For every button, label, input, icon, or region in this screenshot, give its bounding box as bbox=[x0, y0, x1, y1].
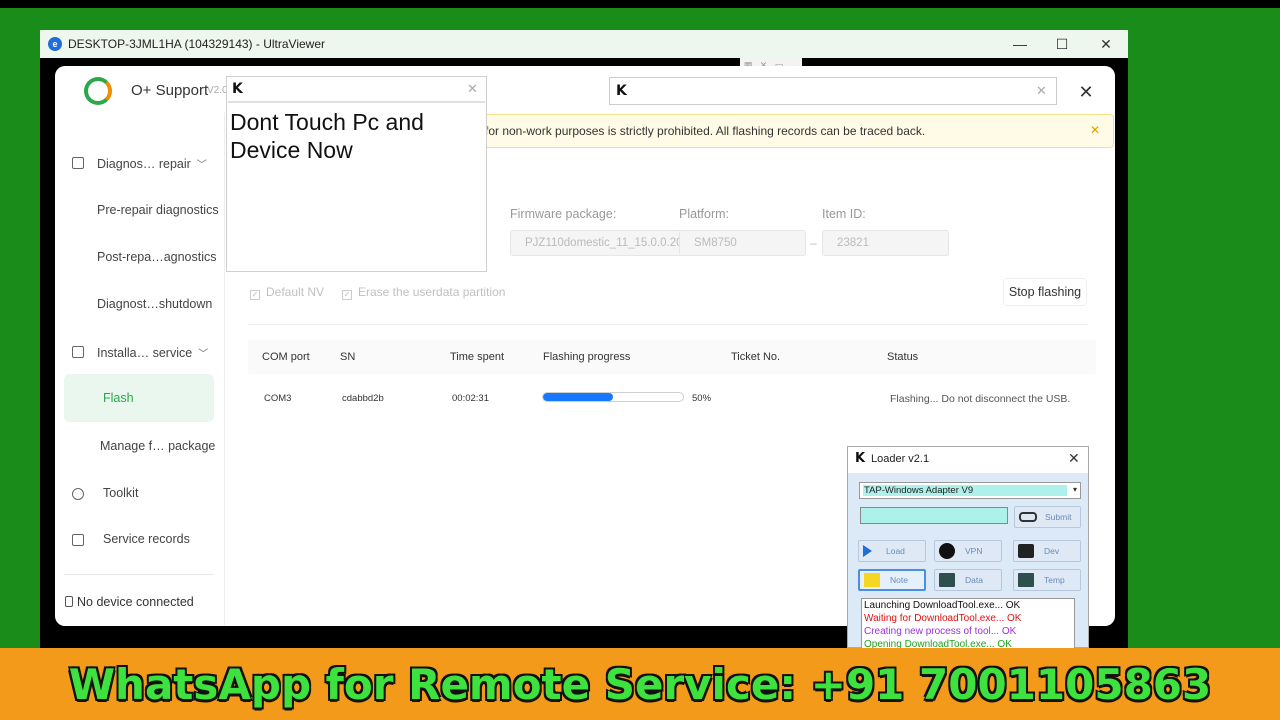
erase-userdata-checkbox[interactable]: ✓ Erase the userdata partition bbox=[342, 285, 505, 300]
k-logo-icon: K bbox=[855, 451, 866, 466]
install-icon bbox=[72, 346, 84, 358]
play-icon bbox=[863, 545, 872, 557]
progress-percent: 50% bbox=[692, 393, 712, 404]
close-window-button[interactable]: ✕ bbox=[1084, 30, 1128, 58]
item-id-label: Item ID: bbox=[822, 207, 866, 221]
sidebar-item-diagnosis-repair[interactable]: Diagnos… repair ﹀ bbox=[97, 156, 207, 171]
promo-banner: WhatsApp for Remote Service: +91 7001105… bbox=[0, 648, 1280, 720]
note-button[interactable]: Note bbox=[858, 569, 926, 591]
popup-close-button[interactable]: ✕ bbox=[467, 81, 478, 97]
vpn-button[interactable]: VPN bbox=[934, 540, 1002, 562]
log-line: Waiting for DownloadTool.exe... OK bbox=[864, 613, 1022, 624]
device-status: No device connected bbox=[65, 595, 194, 609]
flashing-progress-bar bbox=[542, 392, 684, 402]
log-line: Creating new process of tool... OK bbox=[864, 626, 1017, 637]
popup-message: Dont Touch Pc and Device Now bbox=[230, 109, 424, 163]
app-logo-icon bbox=[84, 77, 112, 105]
cell-status: Flashing... Do not disconnect the USB. bbox=[890, 393, 1071, 405]
dev-button[interactable]: Dev bbox=[1013, 540, 1081, 562]
load-button[interactable]: Load bbox=[858, 540, 926, 562]
k-logo-icon: K bbox=[232, 81, 243, 97]
platform-field: SM8750 bbox=[679, 230, 806, 256]
progress-fill bbox=[543, 393, 613, 401]
phone-icon bbox=[65, 596, 73, 607]
sidebar-item-flash[interactable] bbox=[64, 374, 214, 422]
diagnostics-icon bbox=[72, 157, 84, 169]
platform-label: Platform: bbox=[679, 207, 730, 221]
app-title: O+ Support bbox=[131, 82, 209, 99]
chevron-down-icon: ﹀ bbox=[196, 160, 207, 171]
sidebar-item-diagnostic-shutdown[interactable]: Diagnost…shutdown bbox=[97, 297, 212, 311]
trash-icon bbox=[1018, 573, 1034, 587]
submit-button[interactable]: Submit bbox=[1014, 506, 1081, 528]
vpn-icon bbox=[939, 543, 955, 559]
column-header-sn: SN bbox=[340, 351, 356, 363]
warning-close-button[interactable]: ✕ bbox=[1090, 123, 1100, 137]
checkbox-icon: ✓ bbox=[342, 290, 352, 300]
section-divider bbox=[248, 324, 1088, 325]
sidebar-item-service-records[interactable]: Service records bbox=[103, 532, 190, 546]
log-line: Launching DownloadTool.exe... OK bbox=[864, 600, 1021, 611]
firmware-package-field: PJZ110domestic_11_15.0.0.204CN01 bbox=[510, 230, 682, 256]
warning-text: for non-work purposes is strictly prohib… bbox=[485, 124, 926, 138]
field-separator: – bbox=[810, 236, 817, 250]
k-logo-icon: K bbox=[616, 83, 627, 99]
temp-button[interactable]: Temp bbox=[1013, 569, 1081, 591]
top-letterbox bbox=[0, 0, 1280, 8]
trash-icon bbox=[939, 573, 955, 587]
app-version: V2.0 bbox=[207, 85, 228, 96]
sidebar-item-flash-label: Flash bbox=[103, 391, 134, 405]
ultraviewer-logo-icon: e bbox=[48, 37, 62, 51]
dev-icon bbox=[1018, 544, 1034, 558]
minimize-button[interactable]: — bbox=[998, 30, 1042, 58]
sidebar-divider bbox=[64, 574, 214, 575]
sidebar-item-post-repair[interactable]: Post-repa…agnostics bbox=[97, 250, 217, 264]
column-header-com-port: COM port bbox=[262, 351, 310, 363]
maximize-button[interactable]: ☐ bbox=[1040, 30, 1084, 58]
column-header-progress: Flashing progress bbox=[543, 351, 631, 363]
cell-com-port: COM3 bbox=[264, 393, 292, 404]
cell-time-spent: 00:02:31 bbox=[452, 393, 489, 404]
data-button[interactable]: Data bbox=[934, 569, 1002, 591]
stop-flashing-button[interactable]: Stop flashing bbox=[1003, 278, 1087, 306]
chevron-down-icon: ﹀ bbox=[198, 349, 209, 360]
loader-close-button[interactable]: ✕ bbox=[1068, 450, 1080, 467]
loader-log: Launching DownloadTool.exe... OK Waiting… bbox=[861, 598, 1075, 650]
note-icon bbox=[864, 573, 880, 587]
column-header-status: Status bbox=[887, 351, 919, 363]
adapter-select-value: TAP-Windows Adapter V9 bbox=[863, 485, 1067, 496]
item-id-field: 23821 bbox=[822, 230, 949, 256]
app-close-button[interactable]: ✕ bbox=[1076, 82, 1096, 104]
toolkit-icon bbox=[72, 488, 84, 500]
checkbox-icon: ✓ bbox=[250, 290, 260, 300]
firmware-label: Firmware package: bbox=[510, 207, 617, 221]
bar-popup-close-button[interactable]: ✕ bbox=[1036, 83, 1047, 99]
cell-sn: cdabbd2b bbox=[342, 393, 384, 404]
banner-text: WhatsApp for Remote Service: +91 7001105… bbox=[68, 659, 1212, 709]
popup-title-divider bbox=[228, 101, 485, 103]
adapter-select[interactable]: TAP-Windows Adapter V9 ▾ bbox=[859, 482, 1081, 499]
default-nv-checkbox[interactable]: ✓ Default NV bbox=[250, 285, 324, 300]
loader-input[interactable] bbox=[860, 507, 1008, 524]
sidebar-item-toolkit[interactable]: Toolkit bbox=[103, 486, 138, 500]
sidebar-item-installation-service[interactable]: Installa… service ﹀ bbox=[97, 345, 208, 360]
message-popup bbox=[226, 76, 487, 272]
loader-title: Loader v2.1 bbox=[871, 453, 930, 465]
window-title: DESKTOP-3JML1HA (104329143) - UltraViewe… bbox=[68, 37, 326, 51]
table-header bbox=[248, 340, 1096, 374]
sidebar-item-pre-repair[interactable]: Pre-repair diagnostics bbox=[97, 203, 219, 217]
sidebar-item-manage-package[interactable]: Manage f… package bbox=[100, 439, 215, 453]
ultraviewer-titlebar[interactable]: e DESKTOP-3JML1HA (104329143) - UltraVie… bbox=[40, 30, 1128, 58]
chevron-down-icon: ▾ bbox=[1072, 485, 1077, 494]
bar-popup bbox=[609, 77, 1057, 105]
column-header-time-spent: Time spent bbox=[450, 351, 505, 363]
column-header-ticket: Ticket No. bbox=[731, 351, 781, 363]
records-icon bbox=[72, 534, 84, 546]
sidebar bbox=[55, 112, 225, 626]
key-icon bbox=[1019, 512, 1037, 522]
